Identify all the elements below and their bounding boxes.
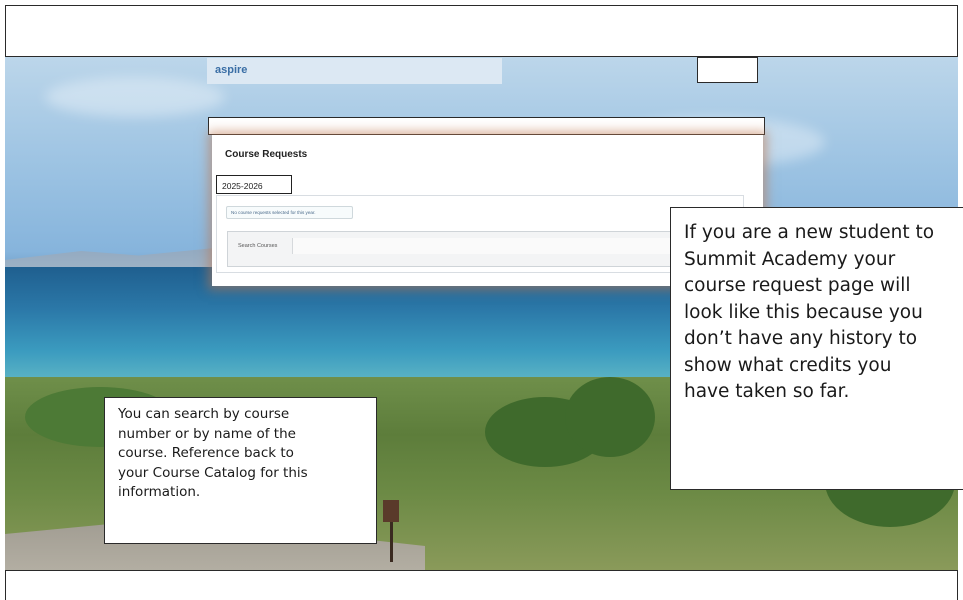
callout-line: your Course Catalog for this xyxy=(118,464,308,481)
callout-line: course request page will xyxy=(684,275,911,296)
search-courses-input[interactable] xyxy=(292,238,732,254)
callout-line: number or by name of the xyxy=(118,425,296,442)
sign-pole xyxy=(390,522,393,562)
app-brand-header: aspire xyxy=(207,58,502,84)
sign-post xyxy=(383,500,399,522)
search-tip-callout: You can search by course number or by na… xyxy=(104,397,377,544)
sky-cloud xyxy=(45,77,225,117)
callout-line: have taken so far. xyxy=(684,381,850,402)
callout-line: look like this because you xyxy=(684,301,923,323)
top-right-blank-box xyxy=(697,57,758,83)
tree xyxy=(565,377,655,457)
callout-line: You can search by course xyxy=(118,406,290,422)
no-requests-alert: No course requests selected for this yea… xyxy=(226,206,353,219)
callout-line: information. xyxy=(118,484,201,500)
panel-top-bar xyxy=(208,117,765,135)
search-courses-area: Search Courses xyxy=(227,231,741,267)
callout-line: course. Reference back to xyxy=(118,445,294,461)
bottom-footer-bar xyxy=(5,570,958,600)
course-requests-content: No course requests selected for this yea… xyxy=(216,195,744,273)
page-title: Course Requests xyxy=(225,149,308,160)
callout-line: show what credits you xyxy=(684,354,892,376)
callout-line: don’t have any history to xyxy=(684,328,918,349)
callout-line: Summit Academy your xyxy=(684,248,896,270)
tab-school-year[interactable]: 2025-2026 xyxy=(216,175,292,194)
top-header-bar xyxy=(5,5,958,57)
callout-line: If you are a new student to xyxy=(684,222,935,243)
brand-name: aspire xyxy=(215,64,248,76)
new-student-callout: If you are a new student to Summit Acade… xyxy=(670,207,963,490)
